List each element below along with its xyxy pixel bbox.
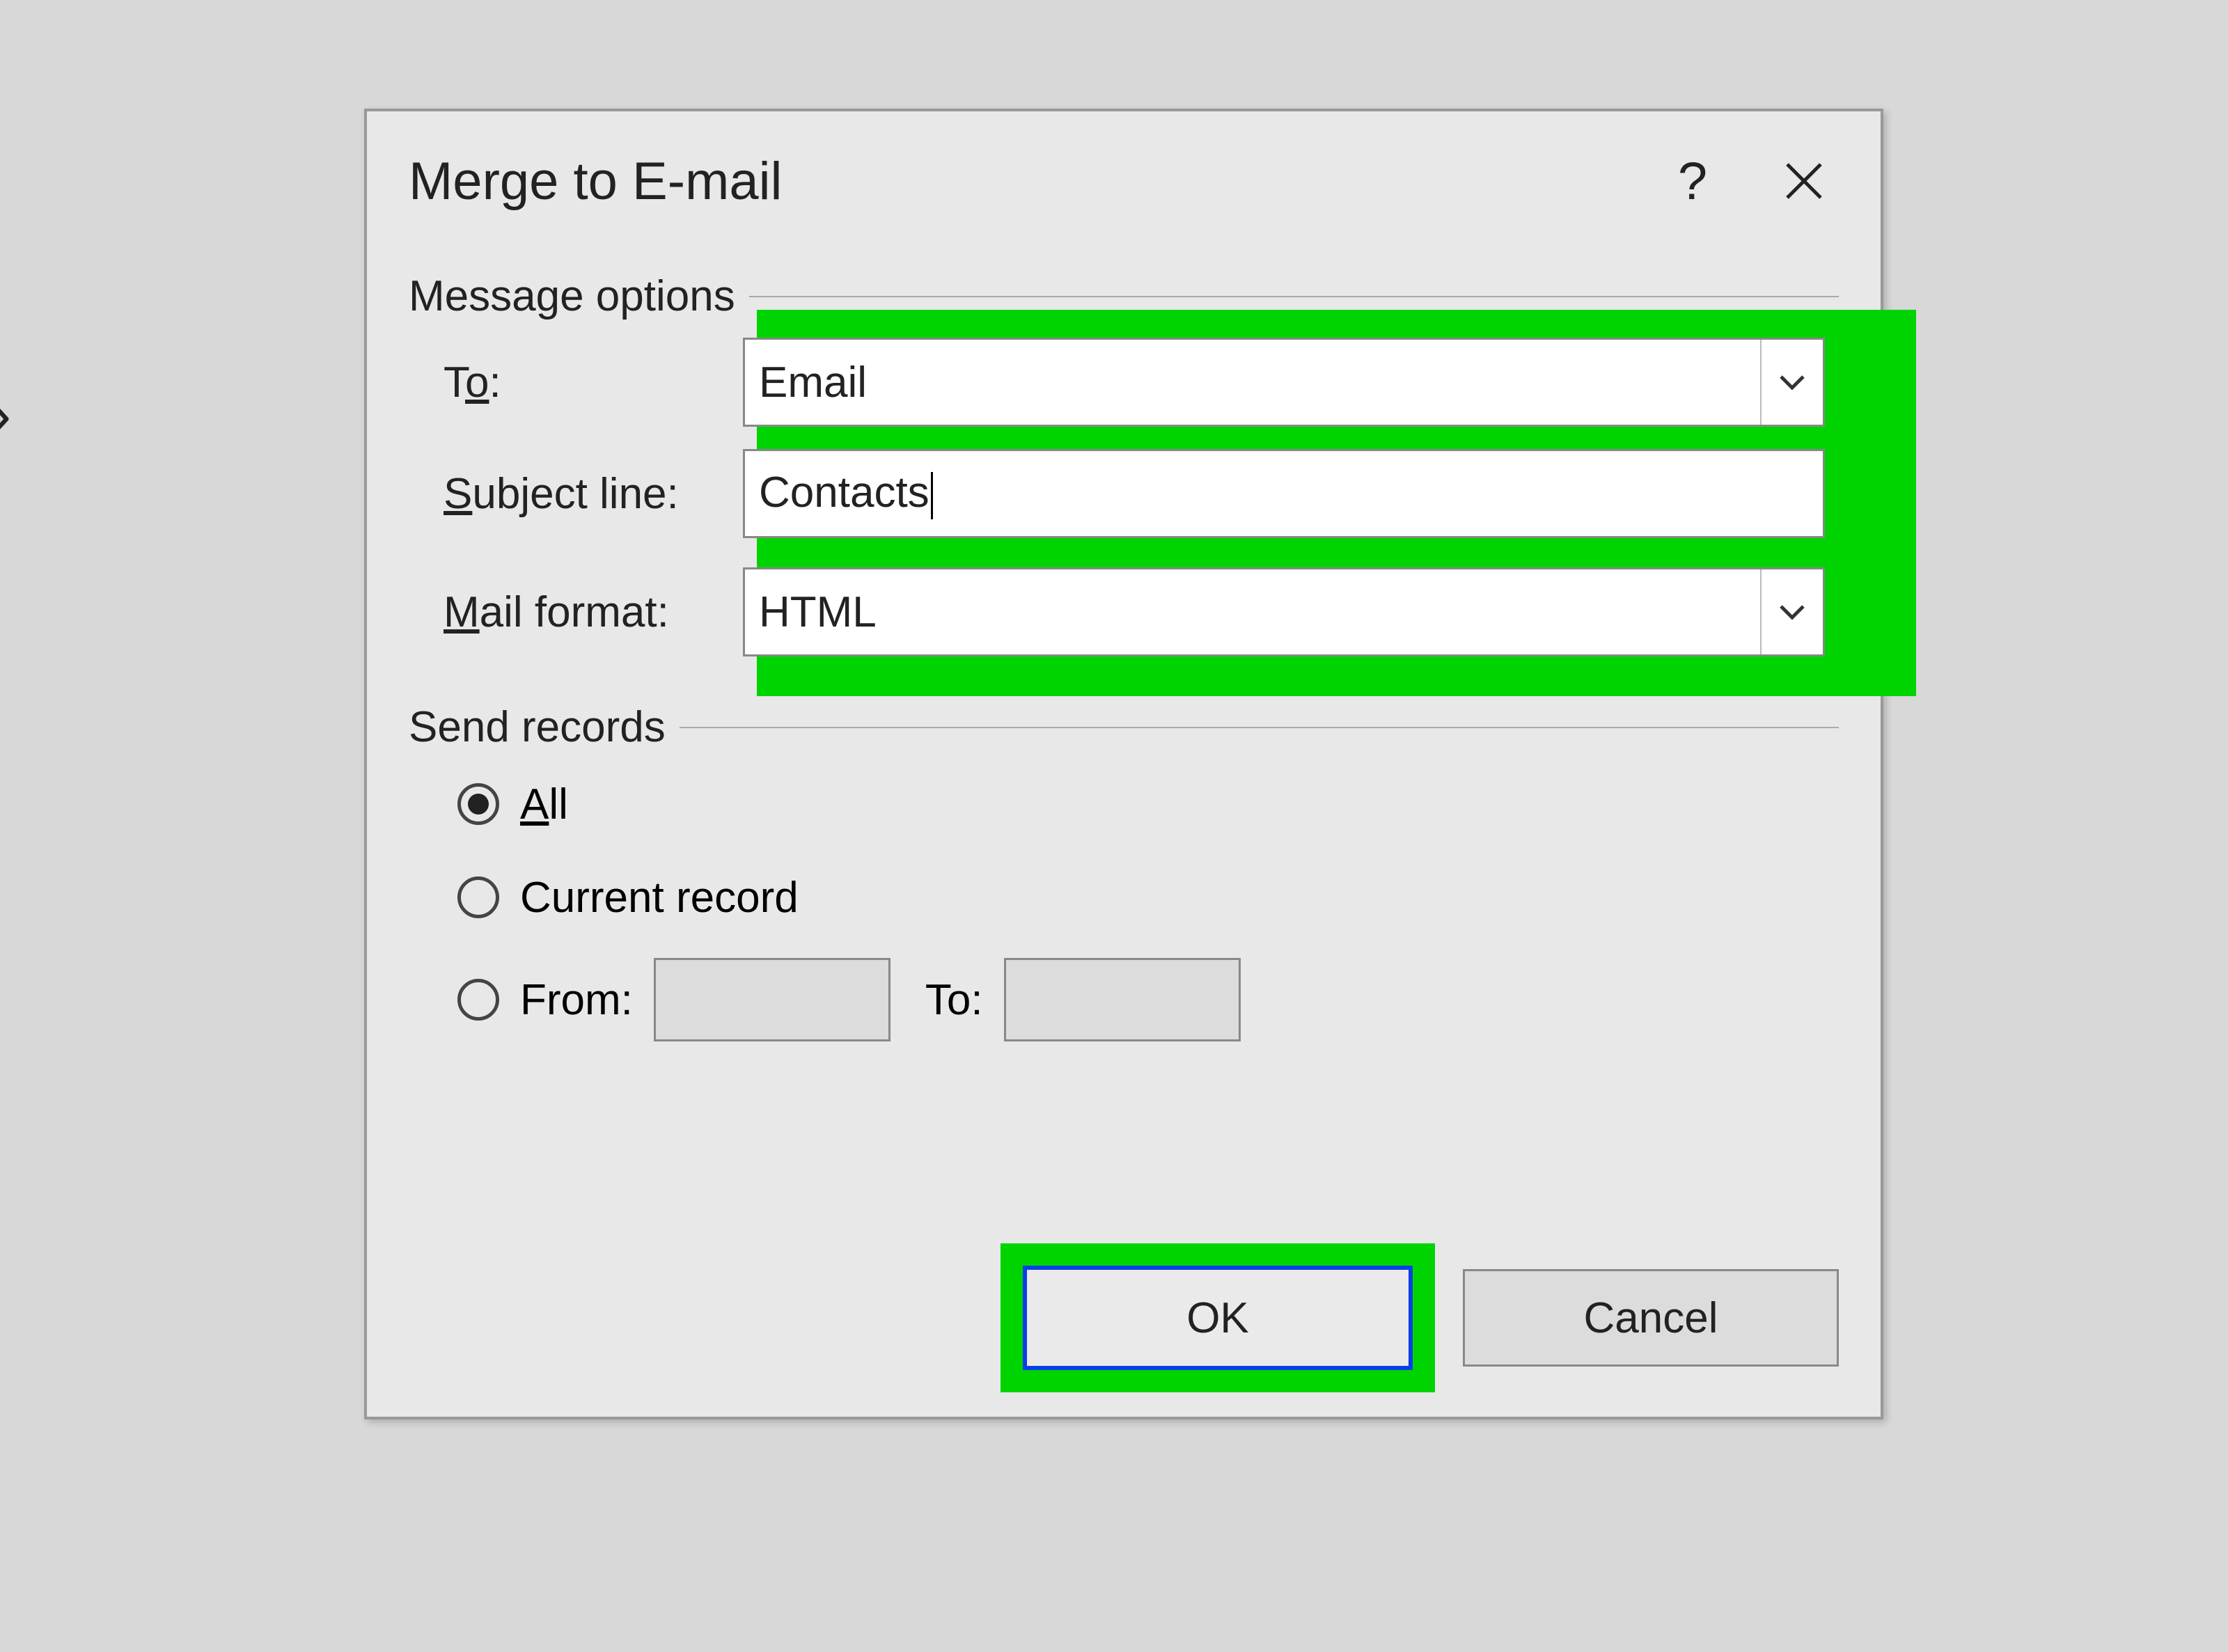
subject-value: Contacts — [759, 468, 1809, 519]
mail-format-row: Mail format: HTML — [409, 556, 1839, 668]
chevron-down-icon — [1760, 569, 1823, 654]
text-caret — [931, 472, 933, 519]
tutorial-highlight-ok: OK — [1001, 1243, 1435, 1392]
radio-from-label: From: — [520, 975, 633, 1025]
send-records-group: Send records All Current record From: To… — [409, 702, 1839, 1055]
radio-all-label: All — [520, 780, 568, 829]
subject-label: Subject line: — [409, 469, 743, 519]
dialog-title: Merge to E-mail — [409, 151, 1637, 212]
radio-dot-icon — [468, 794, 489, 815]
merge-to-email-dialog: Merge to E-mail ? Message options To: Em… — [364, 109, 1883, 1419]
message-options-group: Message options To: Email Subject line: … — [409, 272, 1839, 668]
radio-all-row[interactable]: All — [409, 757, 1839, 851]
to-combobox[interactable]: Email — [743, 338, 1825, 427]
send-records-label: Send records — [409, 702, 1839, 752]
radio-current-label: Current record — [520, 873, 799, 922]
chevron-down-icon — [1760, 340, 1823, 425]
group-divider — [749, 296, 1839, 297]
mail-format-combobox[interactable]: HTML — [743, 567, 1825, 656]
message-options-label-text: Message options — [409, 272, 735, 321]
radio-current-row[interactable]: Current record — [409, 851, 1839, 944]
to-value: Email — [759, 358, 1760, 407]
radio-from[interactable] — [457, 979, 499, 1021]
to-range-input[interactable] — [1004, 958, 1241, 1041]
dialog-titlebar: Merge to E-mail ? — [367, 111, 1881, 251]
to-row: To: Email — [409, 327, 1839, 438]
cancel-button[interactable]: Cancel — [1463, 1269, 1839, 1367]
to-label: To: — [409, 358, 743, 407]
send-records-label-text: Send records — [409, 702, 666, 752]
close-icon — [1784, 162, 1823, 200]
ok-button[interactable]: OK — [1023, 1266, 1413, 1370]
from-input[interactable] — [654, 958, 891, 1041]
background-document-text: ess» — [0, 379, 11, 450]
dialog-button-row: OK Cancel — [1001, 1243, 1839, 1392]
mail-format-value: HTML — [759, 588, 1760, 637]
subject-row: Subject line: Contacts — [409, 438, 1839, 549]
radio-all[interactable] — [457, 783, 499, 825]
radio-from-row[interactable]: From: To: — [409, 944, 1839, 1055]
to-range-label: To: — [925, 975, 983, 1025]
mail-format-label: Mail format: — [409, 588, 743, 637]
subject-input[interactable]: Contacts — [743, 449, 1825, 538]
close-button[interactable] — [1748, 111, 1860, 251]
group-divider — [680, 727, 1839, 728]
dialog-body: Message options To: Email Subject line: … — [367, 272, 1881, 1055]
help-button[interactable]: ? — [1637, 111, 1748, 251]
radio-current[interactable] — [457, 876, 499, 918]
